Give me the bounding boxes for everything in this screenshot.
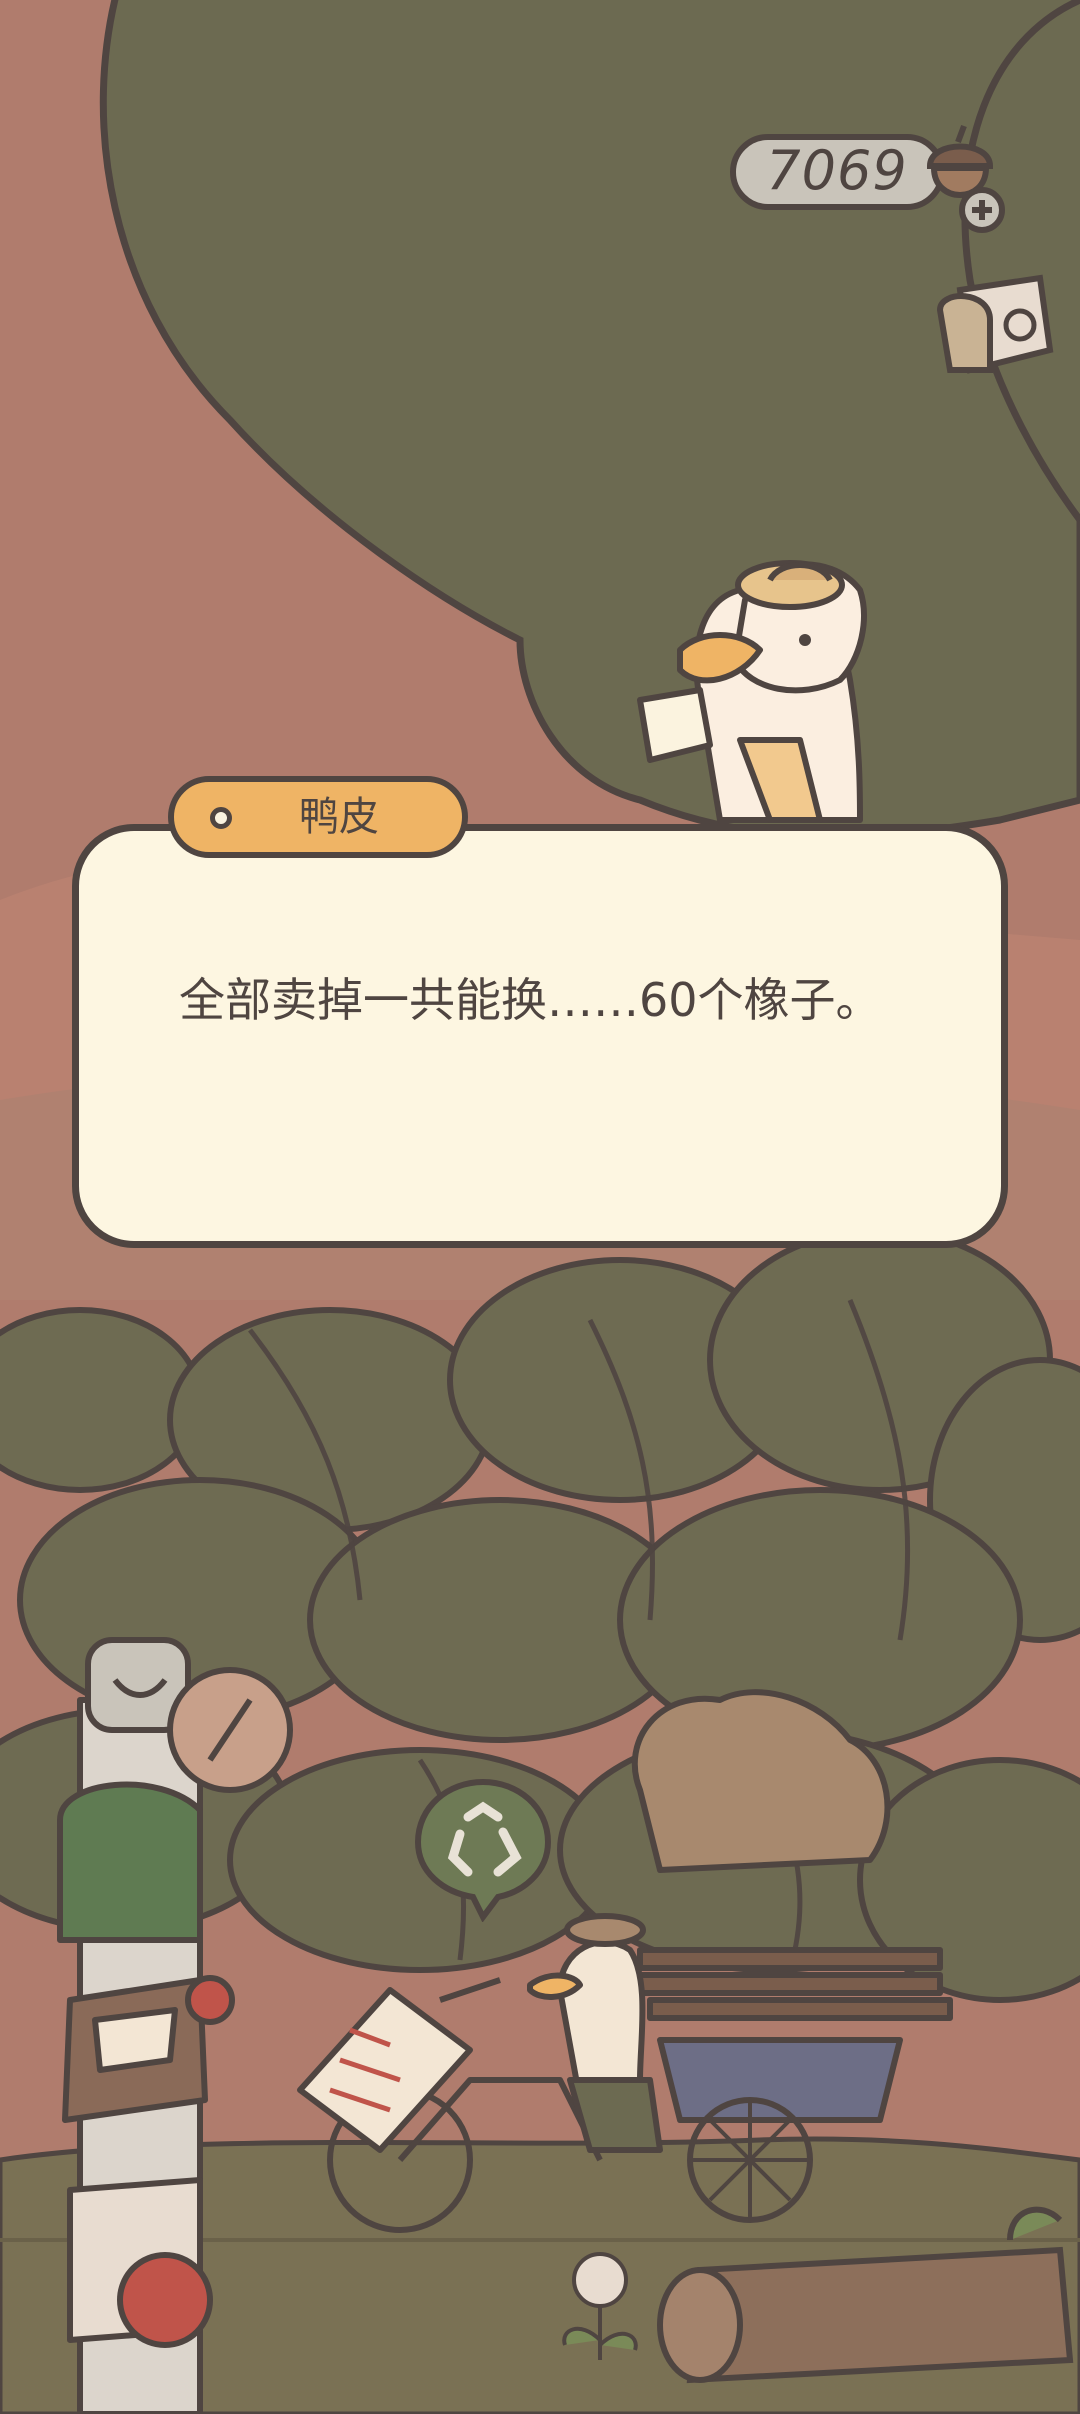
dialog-text: 全部卖掉一共能换……60个橡子。 — [179, 973, 882, 1027]
acorn-count: 7069 — [766, 139, 908, 202]
recycle-icon[interactable] — [408, 1772, 558, 1922]
name-tag-dot — [210, 807, 232, 829]
acorn-icon[interactable] — [910, 118, 1010, 238]
game-screen[interactable]: 7069 鸭皮 全部卖掉一共能换……60个橡子。 — [0, 0, 1080, 2414]
speaker-name-tag: 鸭皮 — [168, 776, 468, 858]
speaker-name: 鸭皮 — [299, 794, 379, 840]
plus-icon[interactable] — [959, 187, 1005, 233]
bag-tool-icon[interactable] — [930, 270, 1060, 390]
acorn-counter[interactable]: 7069 — [730, 124, 1005, 233]
dialog-box[interactable]: 全部卖掉一共能换……60个橡子。 — [72, 824, 1008, 1248]
